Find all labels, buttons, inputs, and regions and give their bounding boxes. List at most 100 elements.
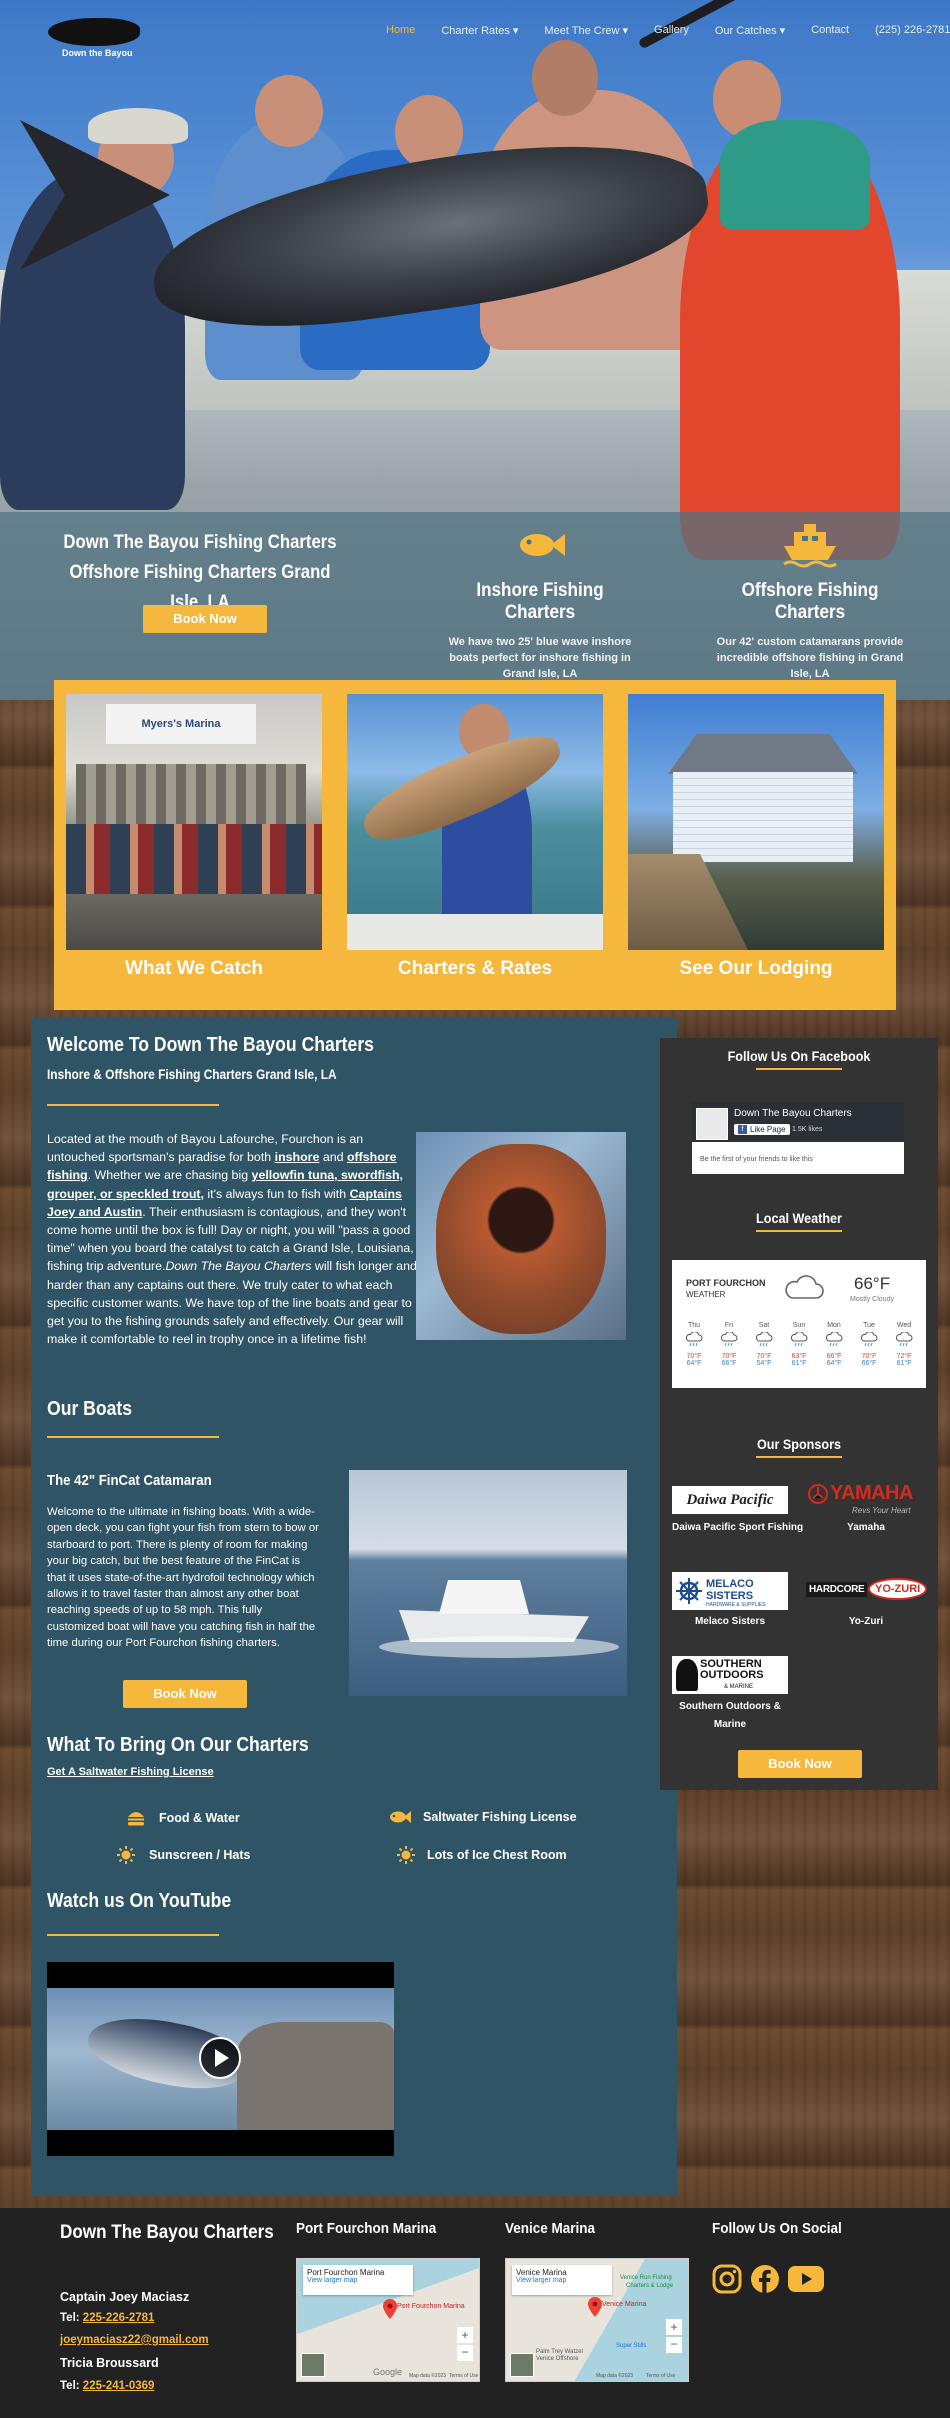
lodge-house xyxy=(673,772,853,862)
map2-poi-5: Venice Offshore xyxy=(536,2356,579,2362)
footer-captain: Captain Joey Maciasz xyxy=(60,2290,190,2304)
forecast-day-name: Mon xyxy=(827,1322,841,1329)
feature-inshore: Inshore Fishing Charters We have two 25'… xyxy=(435,522,645,682)
map1-google: Google xyxy=(373,2367,403,2377)
sponsor-yamaha[interactable]: YAMAHA Revs Your Heart Yamaha xyxy=(806,1482,926,1533)
zoom-in-button[interactable]: + xyxy=(666,2319,682,2335)
map2-view-larger[interactable]: View larger map xyxy=(516,2277,608,2284)
facebook-icon[interactable] xyxy=(750,2264,780,2294)
crew-row xyxy=(66,824,322,894)
catamaran-cabin xyxy=(439,1580,529,1614)
text-and: and xyxy=(319,1150,347,1165)
card-see-our-lodging[interactable] xyxy=(628,694,884,950)
map2-card: Venice Marina View larger map xyxy=(512,2265,612,2295)
welcome-title: Welcome To Down The Bayou Charters xyxy=(47,1034,374,1056)
link-inshore[interactable]: inshore xyxy=(275,1150,320,1164)
nav-phone[interactable]: (225) 226-2781 xyxy=(875,24,950,37)
sponsor-melaco[interactable]: MELACO SISTERS HARDWARE & SUPPLIES Melac… xyxy=(672,1572,788,1627)
zoom-in-button[interactable]: + xyxy=(457,2327,473,2343)
bucket-hat xyxy=(88,108,188,144)
feature-offshore-title: Offshore Fishing Charters xyxy=(741,580,879,623)
forecast-low: 61°F xyxy=(896,1360,912,1367)
forecast-low: 54°F xyxy=(756,1360,772,1367)
footer-email[interactable]: joeymaciasz22@gmail.com xyxy=(60,2334,209,2346)
youtube-video[interactable] xyxy=(47,1962,394,2156)
rain-cloud-icon xyxy=(895,1331,913,1347)
footer-phone-2[interactable]: 225-241-0369 xyxy=(83,2380,155,2392)
sun-icon xyxy=(397,1846,415,1864)
fb-like-button[interactable]: f Like Page xyxy=(734,1124,790,1135)
fb-icon: f xyxy=(738,1125,747,1134)
welcome-underline xyxy=(47,1104,219,1106)
map1-terms[interactable]: Terms of Use xyxy=(449,2373,478,2379)
footer-phone-1[interactable]: 225-226-2781 xyxy=(83,2312,155,2324)
sponsor-southern-outdoors[interactable]: SOUTHERN OUTDOORS & MARINE Southern Outd… xyxy=(672,1656,788,1734)
welcome-italic: Down The Bayou Charters xyxy=(165,1259,312,1274)
weather-title: Local Weather xyxy=(756,1210,842,1226)
facebook-widget[interactable]: Down The Bayou Charters f Like Page 1.5K… xyxy=(692,1102,904,1174)
fish-icon xyxy=(435,522,645,568)
nav-our-catches[interactable]: Our Catches ▾ xyxy=(715,24,785,37)
ship-icon xyxy=(705,522,915,568)
ship-wheel-icon xyxy=(676,1578,702,1604)
bring-title: What To Bring On Our Charters xyxy=(47,1734,309,1756)
map1-view-larger[interactable]: View larger map xyxy=(307,2277,409,2284)
zoom-out-button[interactable]: − xyxy=(457,2345,473,2361)
rain-cloud-icon xyxy=(790,1331,808,1347)
hero-title-line1: Down The Bayou Fishing Charters xyxy=(63,532,337,553)
instagram-icon[interactable] xyxy=(712,2264,742,2294)
yamaha-logo: YAMAHA Revs Your Heart xyxy=(806,1482,926,1520)
boat-deck xyxy=(347,914,603,950)
feature-inshore-text: We have two 25' blue wave inshore boats … xyxy=(448,636,632,680)
label-charters-rates[interactable]: Charters & Rates xyxy=(347,958,603,980)
sponsor-daiwa[interactable]: Daiwa Pacific Daiwa Pacific Sport Fishin… xyxy=(672,1486,803,1533)
site-logo[interactable]: Down the Bayou xyxy=(48,8,144,68)
fb-likes-count: 1.5K likes xyxy=(792,1126,823,1133)
boats-book-now-button[interactable]: Book Now xyxy=(123,1680,247,1708)
nav-gallery[interactable]: Gallery xyxy=(654,24,689,37)
saltwater-license-link[interactable]: Get A Saltwater Fishing License xyxy=(47,1766,214,1778)
map2-poi-1: Venice Run Fishing xyxy=(620,2275,672,2281)
play-button[interactable] xyxy=(199,2037,241,2079)
card-what-we-catch[interactable]: Myers's Marina xyxy=(66,694,322,950)
sponsor-yozuri[interactable]: HARDCORE YO-ZURI Yo-Zuri xyxy=(806,1572,928,1627)
zoom-out-button[interactable]: − xyxy=(666,2337,682,2353)
southern-name: Southern Outdoors & Marine xyxy=(679,1701,781,1730)
forecast-day: Thu 70°F 64°F xyxy=(678,1322,710,1382)
boat-text: Welcome to the ultimate in fishing boats… xyxy=(47,1506,319,1650)
tel-label: Tel: xyxy=(60,2312,83,2324)
welcome-p2: . Whether we are chasing big xyxy=(87,1168,249,1183)
label-what-we-catch[interactable]: What We Catch xyxy=(66,958,322,980)
forecast-day: Sun 63°F 61°F xyxy=(783,1322,815,1382)
map1-data: Map data ©2023 xyxy=(409,2373,447,2379)
marina-sign: Myers's Marina xyxy=(106,704,256,744)
map2-terms[interactable]: Terms of Use xyxy=(646,2373,675,2379)
forecast-high: 63°F xyxy=(791,1353,807,1360)
map2-label: Venice Marina xyxy=(516,2268,567,2277)
nav-contact[interactable]: Contact xyxy=(811,24,849,37)
southern-silhouette xyxy=(676,1659,698,1691)
rain-cloud-icon xyxy=(755,1331,773,1347)
nav-charter-rates[interactable]: Charter Rates ▾ xyxy=(441,24,518,37)
nav-charter-rates-label: Charter Rates xyxy=(441,25,510,37)
map-port-fourchon[interactable]: Port Fourchon Marina View larger map Por… xyxy=(296,2258,480,2382)
weather-widget[interactable]: PORT FOURCHON WEATHER 66°F Mostly Cloudy… xyxy=(672,1260,926,1388)
forecast-day: Tue 70°F 66°F xyxy=(853,1322,885,1382)
nav-meet-the-crew[interactable]: Meet The Crew ▾ xyxy=(544,24,628,37)
top-navigation: Down the Bayou Home Charter Rates ▾ Meet… xyxy=(0,0,950,70)
hero-book-now-button[interactable]: Book Now xyxy=(143,605,267,633)
youtube-icon[interactable] xyxy=(788,2266,824,2292)
nav-home[interactable]: Home xyxy=(386,24,415,37)
sidebar-book-now-button[interactable]: Book Now xyxy=(738,1750,862,1778)
card-charters-rates[interactable] xyxy=(347,694,603,950)
melaco-sub: HARDWARE & SUPPLIES xyxy=(706,1602,766,1608)
map2-data: Map data ©2023 xyxy=(596,2373,634,2379)
bring-item-sunscreen: Sunscreen / Hats xyxy=(117,1846,250,1864)
label-see-our-lodging[interactable]: See Our Lodging xyxy=(628,958,884,980)
feature-offshore: Offshore Fishing Charters Our 42' custom… xyxy=(705,522,915,682)
boats-underline xyxy=(47,1436,219,1438)
catamaran-photo xyxy=(349,1470,627,1696)
daiwa-logo: Daiwa Pacific xyxy=(672,1486,788,1514)
map-venice[interactable]: Venice Marina View larger map Venice Run… xyxy=(505,2258,689,2382)
chevron-down-icon: ▾ xyxy=(622,25,629,37)
